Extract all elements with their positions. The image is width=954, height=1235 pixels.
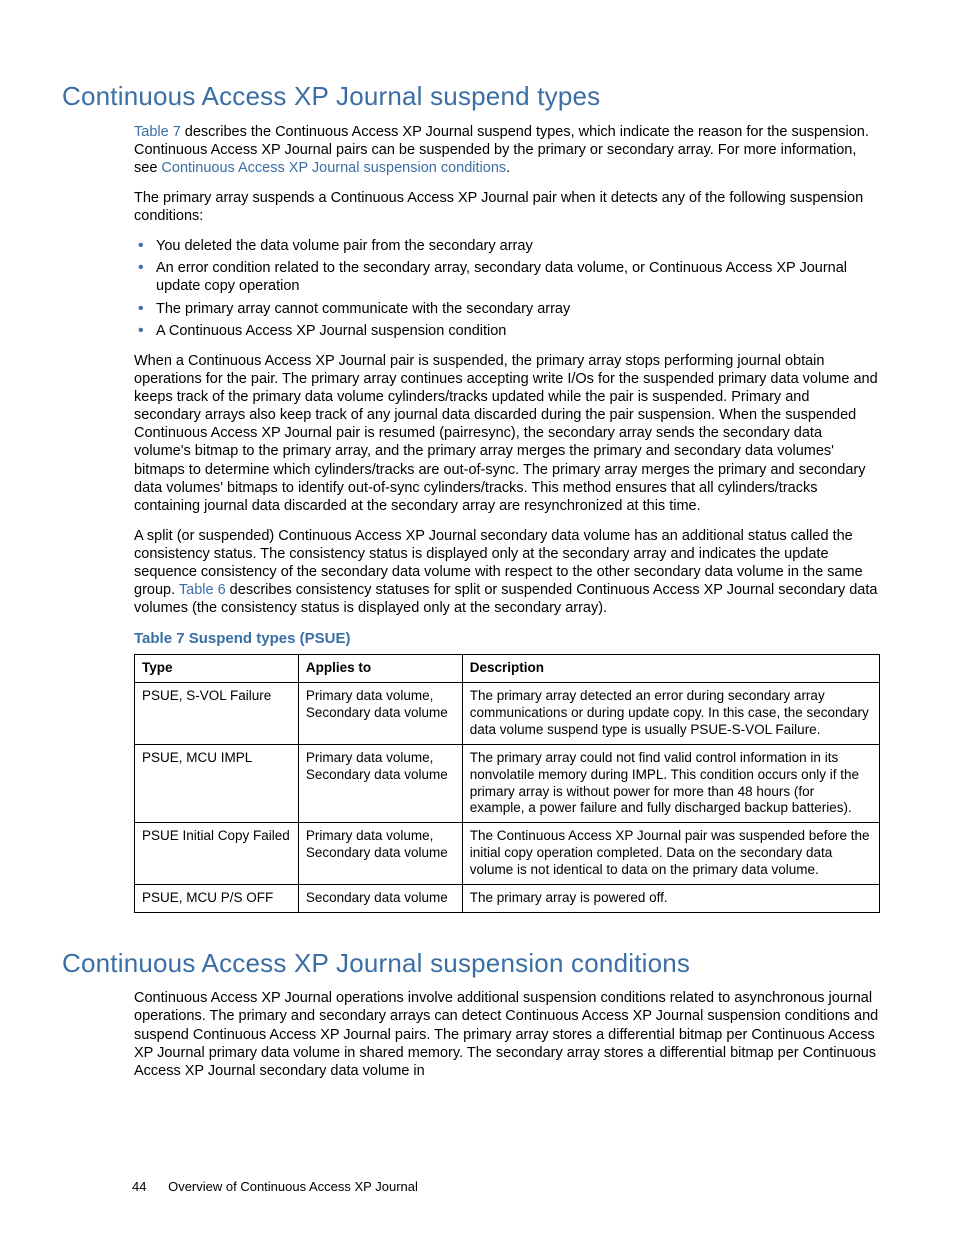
paragraph: A split (or suspended) Continuous Access…	[134, 527, 880, 618]
table-suspend-types: Type Applies to Description PSUE, S-VOL …	[134, 654, 880, 913]
list-item: The primary array cannot communicate wit…	[134, 300, 880, 318]
cell-applies-to: Primary data volume, Secondary data volu…	[298, 744, 462, 823]
list-item: A Continuous Access XP Journal suspensio…	[134, 322, 880, 340]
paragraph: Table 7 describes the Continuous Access …	[134, 123, 880, 177]
cell-description: The Continuous Access XP Journal pair wa…	[462, 823, 879, 885]
list-item: You deleted the data volume pair from th…	[134, 237, 880, 255]
cell-applies-to: Secondary data volume	[298, 884, 462, 912]
cell-description: The primary array detected an error duri…	[462, 683, 879, 745]
col-header-type: Type	[135, 655, 299, 683]
page-footer: 44 Overview of Continuous Access XP Jour…	[132, 1179, 418, 1195]
list-item: An error condition related to the second…	[134, 259, 880, 295]
text-run: .	[506, 160, 510, 176]
bullet-list: You deleted the data volume pair from th…	[134, 237, 880, 340]
table-caption: Table 7 Suspend types (PSUE)	[134, 630, 880, 649]
cell-description: The primary array is powered off.	[462, 884, 879, 912]
section-heading-suspension-conditions: Continuous Access XP Journal suspension …	[62, 947, 892, 980]
xref-table-6[interactable]: Table 6	[179, 582, 226, 598]
col-header-description: Description	[462, 655, 879, 683]
col-header-applies-to: Applies to	[298, 655, 462, 683]
cell-type: PSUE, MCU P/S OFF	[135, 884, 299, 912]
section-heading-suspend-types: Continuous Access XP Journal suspend typ…	[62, 80, 892, 113]
paragraph: When a Continuous Access XP Journal pair…	[134, 352, 880, 515]
table-row: PSUE Initial Copy Failed Primary data vo…	[135, 823, 880, 885]
cell-applies-to: Primary data volume, Secondary data volu…	[298, 823, 462, 885]
cell-type: PSUE Initial Copy Failed	[135, 823, 299, 885]
table-row: PSUE, MCU IMPL Primary data volume, Seco…	[135, 744, 880, 823]
paragraph: The primary array suspends a Continuous …	[134, 189, 880, 225]
cell-applies-to: Primary data volume, Secondary data volu…	[298, 683, 462, 745]
xref-table-7[interactable]: Table 7	[134, 124, 181, 140]
table-header-row: Type Applies to Description	[135, 655, 880, 683]
table-row: PSUE, S-VOL Failure Primary data volume,…	[135, 683, 880, 745]
text-run: describes consistency statuses for split…	[134, 582, 877, 616]
chapter-title: Overview of Continuous Access XP Journal	[168, 1179, 418, 1194]
xref-suspension-conditions[interactable]: Continuous Access XP Journal suspension …	[161, 160, 506, 176]
cell-type: PSUE, S-VOL Failure	[135, 683, 299, 745]
cell-description: The primary array could not find valid c…	[462, 744, 879, 823]
cell-type: PSUE, MCU IMPL	[135, 744, 299, 823]
page-number: 44	[132, 1179, 146, 1194]
paragraph: Continuous Access XP Journal operations …	[134, 989, 880, 1080]
table-row: PSUE, MCU P/S OFF Secondary data volume …	[135, 884, 880, 912]
